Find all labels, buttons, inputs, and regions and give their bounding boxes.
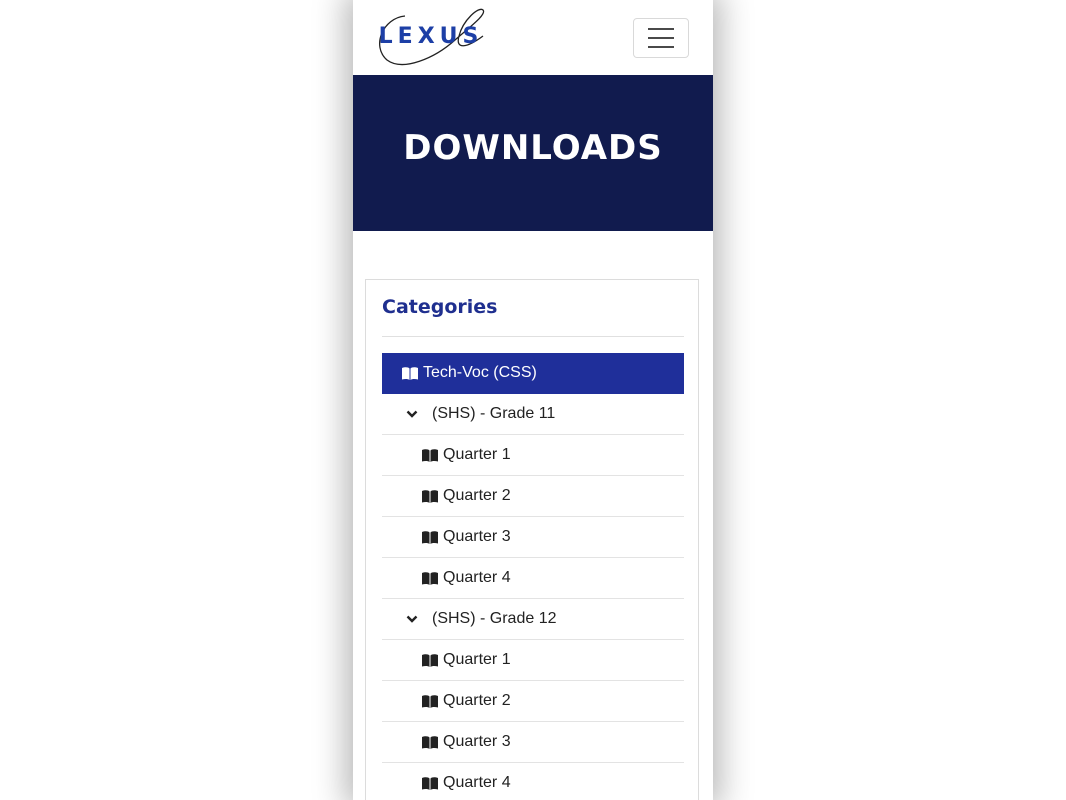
quarter-item-g12-q2[interactable]: Quarter 2 (382, 681, 684, 722)
category-item-label: Tech-Voc (CSS) (423, 364, 537, 381)
book-open-icon (422, 571, 438, 585)
mobile-viewport: LEXUS DOWNLOADS Categories Tech-Voc (CSS… (353, 0, 713, 800)
navbar: LEXUS (353, 0, 713, 75)
hamburger-icon-bar (648, 46, 674, 48)
quarter-item-g11-q1[interactable]: Quarter 1 (382, 435, 684, 476)
hamburger-icon-bar (648, 28, 674, 30)
quarter-item-g12-q3[interactable]: Quarter 3 (382, 722, 684, 763)
book-open-icon (422, 694, 438, 708)
grade-item-12[interactable]: (SHS) - Grade 12 (382, 599, 684, 640)
book-open-icon (422, 530, 438, 544)
quarter-item-label: Quarter 2 (443, 487, 511, 504)
lexus-logo[interactable]: LEXUS (375, 6, 487, 68)
book-open-icon (422, 448, 438, 462)
quarter-item-label: Quarter 4 (443, 569, 511, 586)
categories-card: Categories Tech-Voc (CSS) (SHS) - Grade … (365, 279, 699, 800)
grade-item-label: (SHS) - Grade 12 (432, 610, 557, 627)
chevron-down-icon (406, 410, 418, 418)
menu-toggle-button[interactable] (633, 18, 689, 58)
chevron-down-icon (406, 615, 418, 623)
page-hero: DOWNLOADS (353, 75, 713, 231)
quarter-item-label: Quarter 3 (443, 528, 511, 545)
divider (382, 336, 684, 337)
book-open-icon (422, 735, 438, 749)
page-title: DOWNLOADS (403, 128, 663, 168)
categories-title: Categories (382, 296, 498, 318)
quarter-item-g11-q4[interactable]: Quarter 4 (382, 558, 684, 599)
quarter-item-label: Quarter 1 (443, 651, 511, 668)
category-list: Tech-Voc (CSS) (SHS) - Grade 11 Quarter … (382, 353, 684, 800)
category-item-tech-voc[interactable]: Tech-Voc (CSS) (382, 353, 684, 394)
hamburger-icon-bar (648, 37, 674, 39)
book-open-icon (422, 776, 438, 790)
book-open-icon (422, 489, 438, 503)
book-open-icon (402, 366, 418, 380)
quarter-item-label: Quarter 1 (443, 446, 511, 463)
quarter-item-g12-q1[interactable]: Quarter 1 (382, 640, 684, 681)
quarter-item-g11-q2[interactable]: Quarter 2 (382, 476, 684, 517)
quarter-item-g11-q3[interactable]: Quarter 3 (382, 517, 684, 558)
grade-item-11[interactable]: (SHS) - Grade 11 (382, 394, 684, 435)
quarter-item-label: Quarter 3 (443, 733, 511, 750)
grade-item-label: (SHS) - Grade 11 (432, 405, 556, 422)
quarter-item-g12-q4[interactable]: Quarter 4 (382, 763, 684, 800)
svg-text:LEXUS: LEXUS (379, 24, 484, 49)
book-open-icon (422, 653, 438, 667)
quarter-item-label: Quarter 2 (443, 692, 511, 709)
quarter-item-label: Quarter 4 (443, 774, 511, 791)
